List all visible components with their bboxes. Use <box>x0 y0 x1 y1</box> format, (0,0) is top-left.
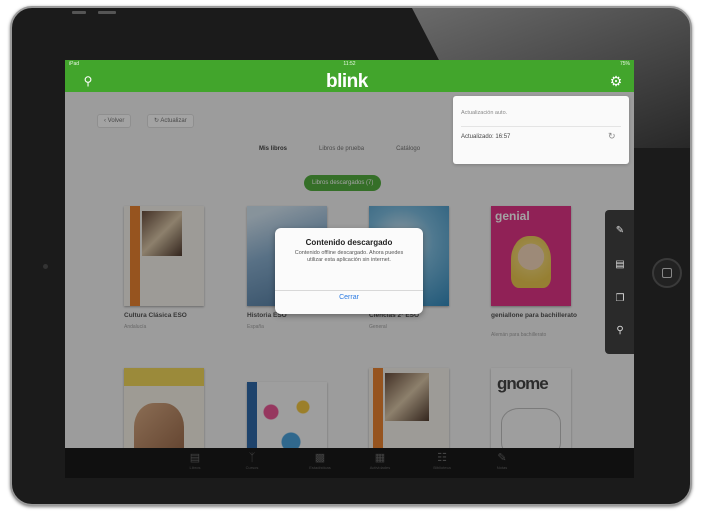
tab-label: Notas <box>496 465 508 470</box>
tab-notes[interactable]: ✎ Notas <box>487 452 517 474</box>
tab-label: Cursos <box>245 465 259 470</box>
search-button[interactable]: ⚲ <box>80 73 96 89</box>
home-button[interactable] <box>652 258 682 288</box>
download-complete-dialog: Contenido descargado Contenido offline d… <box>275 228 423 314</box>
tab-library[interactable]: ☷ Biblioteca <box>427 452 457 474</box>
front-camera <box>43 264 48 269</box>
popover-divider <box>461 126 621 127</box>
status-battery: 75% <box>619 61 630 67</box>
home-square-icon <box>662 268 672 278</box>
last-update-label: Actualizado: 16:57 <box>461 134 511 140</box>
pin-icon[interactable]: ⚲ <box>613 324 627 338</box>
settings-popover: Actualización auto. Actualizado: 16:57 ↻ <box>453 96 629 164</box>
popover-header: Actualización auto. <box>461 110 508 116</box>
dialog-divider <box>275 290 423 291</box>
tab-label: Actividades <box>369 465 391 470</box>
people-icon: ᛉ <box>248 452 256 464</box>
grid-icon: ▦ <box>374 452 386 464</box>
book-icon: ▤ <box>189 452 201 464</box>
bottom-tab-bar: ▤ Libros ᛉ Cursos ▩ Estadísticas ▦ Actividad… <box>65 448 634 478</box>
layers-icon[interactable]: ▤ <box>613 258 627 272</box>
power-button <box>98 11 116 14</box>
dialog-title: Contenido descargado <box>305 238 393 247</box>
tab-label: Estadísticas <box>309 465 331 470</box>
note-icon: ✎ <box>497 452 507 464</box>
tab-label: Libros <box>189 465 201 470</box>
side-toolbar: ✎ ▤ ❐ ⚲ <box>605 210 634 354</box>
settings-button[interactable]: ⚙ <box>607 72 625 90</box>
copy-icon[interactable]: ❐ <box>613 292 627 306</box>
library-icon: ☷ <box>437 452 447 464</box>
close-button[interactable]: Cerrar <box>275 294 423 301</box>
pencil-icon[interactable]: ✎ <box>613 224 627 238</box>
chart-icon: ▩ <box>314 452 326 464</box>
tab-stats[interactable]: ▩ Estadísticas <box>305 452 335 474</box>
dialog-message: Contenido offline descargado. Ahora pued… <box>294 250 404 263</box>
tab-activities[interactable]: ▦ Actividades <box>365 452 395 474</box>
search-icon: ⚲ <box>83 74 93 88</box>
refresh-icon[interactable]: ↻ <box>608 131 616 142</box>
tab-courses[interactable]: ᛉ Cursos <box>237 452 267 474</box>
status-bar: iPad 11:52 75% <box>65 60 634 68</box>
tab-label: Biblioteca <box>433 465 451 470</box>
status-time: 11:52 <box>343 61 356 67</box>
gear-icon: ⚙ <box>609 73 623 89</box>
status-carrier: iPad <box>69 61 80 67</box>
app-header: iPad 11:52 75% ⚲ blink ⚙ <box>65 60 634 92</box>
tab-books[interactable]: ▤ Libros <box>180 452 210 474</box>
app-logo: blink <box>326 71 368 92</box>
ipad-photo: iPad 11:52 75% ⚲ blink ⚙ ‹ Volver ↻ Actu… <box>0 0 703 513</box>
app-screen: iPad 11:52 75% ⚲ blink ⚙ ‹ Volver ↻ Actu… <box>65 60 634 450</box>
volume-button <box>72 11 86 14</box>
